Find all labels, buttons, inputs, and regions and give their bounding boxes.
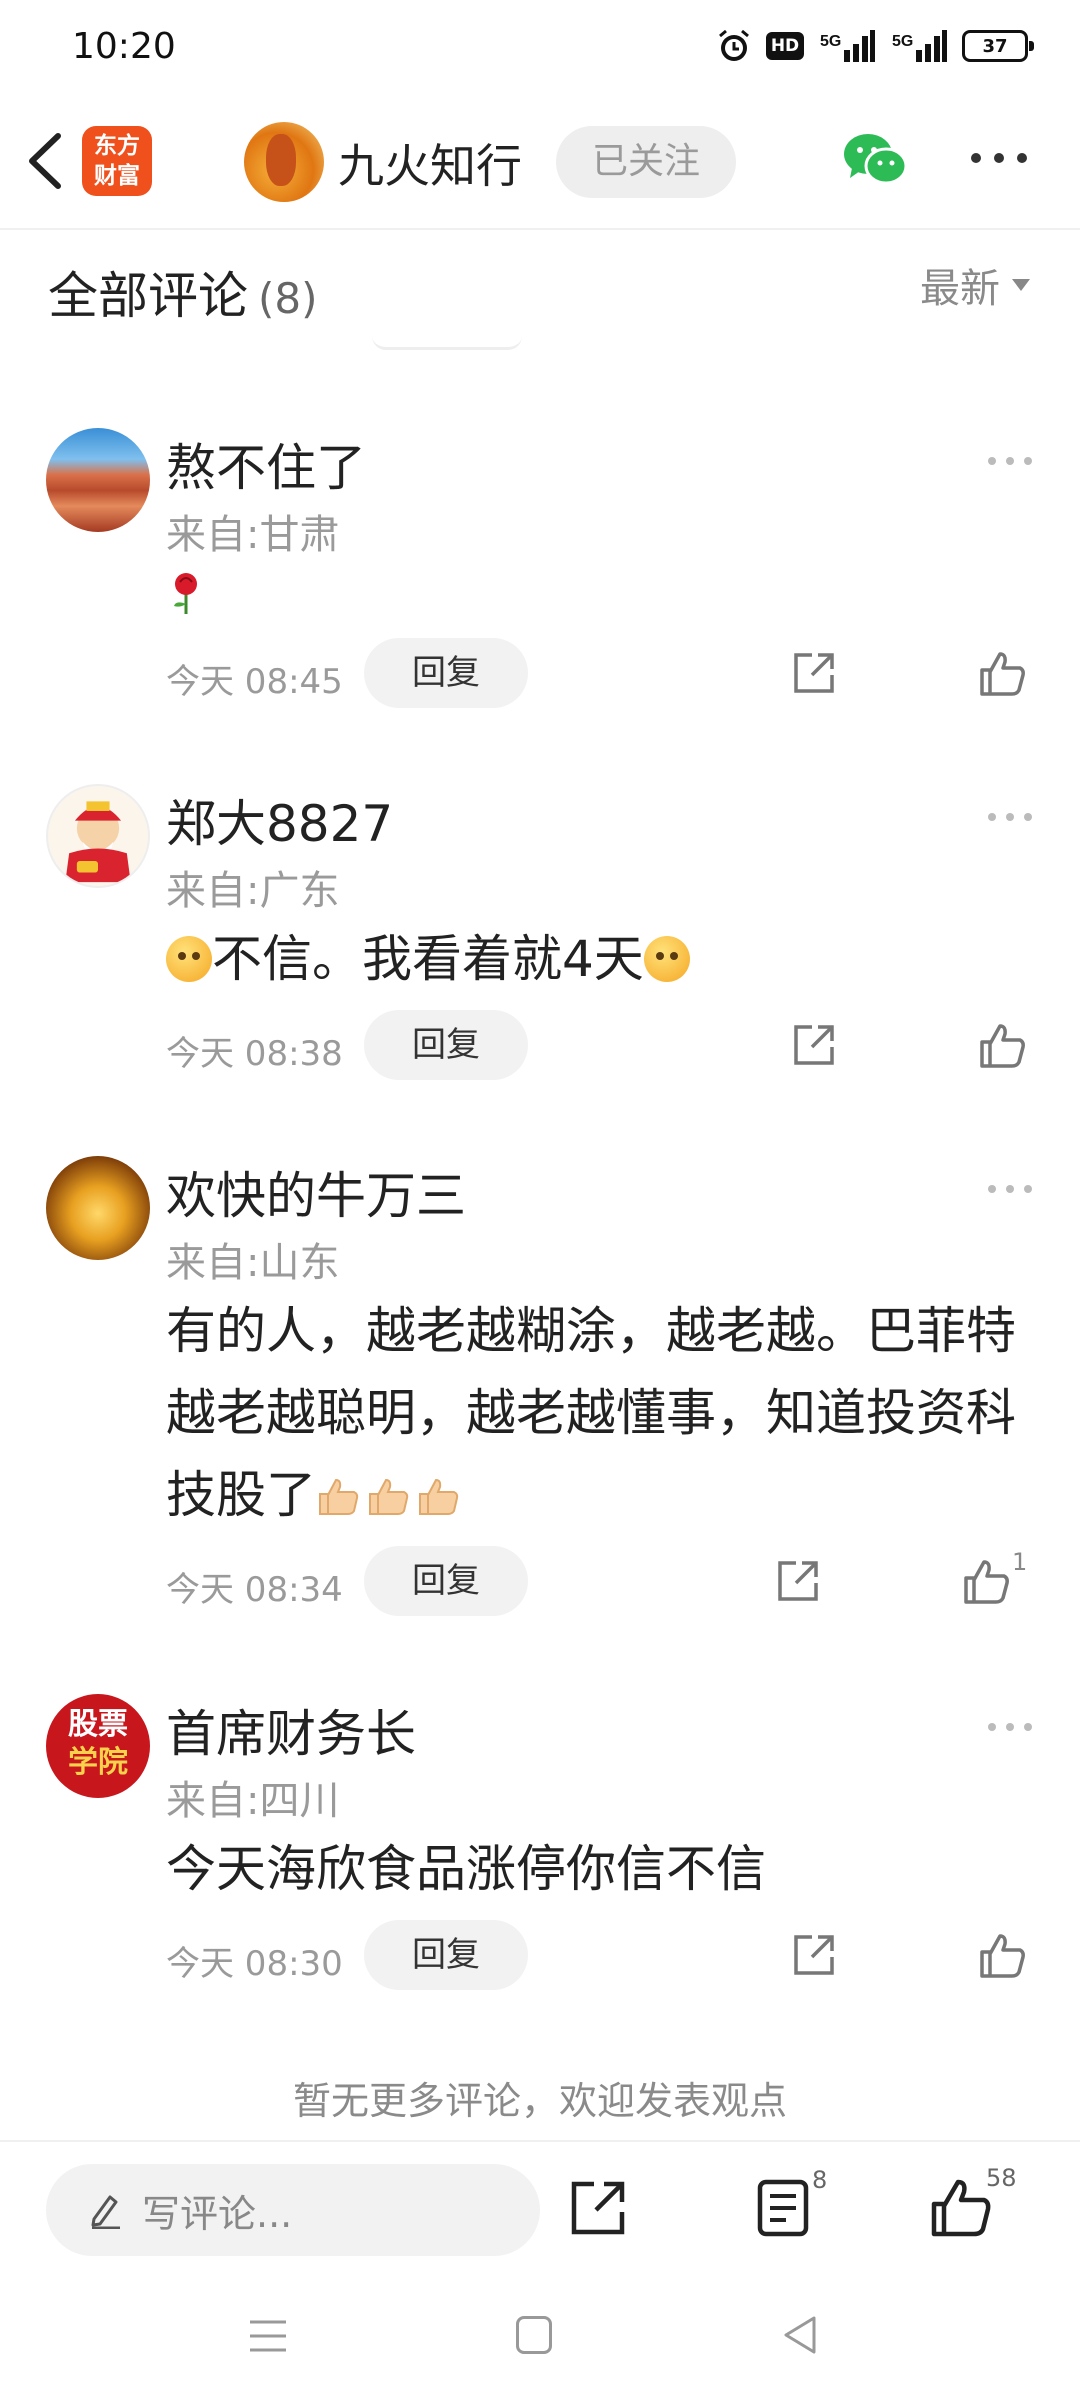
comments-title: 全部评论 (8) [48,256,318,328]
comment-text-body: 有的人，越老越糊涂，越老越。巴菲特越老越聪明，越老越懂事，知道投资科技股了 [166,1302,1016,1524]
comment-time: 今天 08:30 [166,1944,343,1984]
thumbs-up-emoji-icon [319,1478,359,1515]
thumbs-up-emoji-icon [419,1478,459,1515]
reply-button[interactable]: 回复 [364,1010,528,1080]
surprised-emoji-icon [166,936,212,982]
avatar-line2: 学院 [68,1745,128,1780]
hd-icon: HD [766,32,804,60]
app-logo[interactable]: 东方 财富 [82,126,152,196]
status-time: 10:20 [72,26,176,67]
comments-count-badge: 8 [812,2166,828,2194]
app-logo-line2: 财富 [94,163,140,189]
avatar[interactable] [46,1156,150,1260]
author-name[interactable]: 九火知行 [338,130,522,196]
comment-location: 来自:甘肃 [166,512,340,558]
avatar[interactable]: 股票 学院 [46,1694,150,1798]
follow-button[interactable]: 已关注 [556,126,736,198]
share-icon[interactable] [566,2176,630,2240]
comments-title-label: 全部评论 [48,267,248,325]
comment-author-name[interactable]: 郑大8827 [166,784,393,856]
comments-count: (8) [258,274,318,323]
wechat-share-icon[interactable] [842,130,908,188]
author-avatar[interactable] [244,122,324,202]
status-icons: HD 5G 5G 37 [716,28,1034,64]
rose-emoji-icon [174,573,197,614]
comment-location: 来自:四川 [166,1778,340,1824]
more-options-icon[interactable] [986,810,1034,824]
share-icon[interactable] [774,1557,822,1605]
comment-location: 来自:广东 [166,868,340,914]
reply-button[interactable]: 回复 [364,638,528,708]
back-triangle-icon[interactable] [780,2314,820,2356]
share-icon[interactable] [790,649,838,697]
more-options-icon[interactable] [968,148,1030,168]
pen-icon [91,2195,120,2229]
thumbs-up-icon[interactable] [978,1930,1028,1980]
signal-5g-icon: 5G [890,28,948,64]
reply-button[interactable]: 回复 [364,1920,528,1990]
comment-text: 有的人，越老越糊涂，越老越。巴菲特越老越聪明，越老越懂事，知道投资科技股了 [166,1290,1040,1536]
system-nav-bar [0,2270,1080,2408]
sort-dropdown[interactable]: 最新 [920,256,1030,314]
write-comment-input[interactable]: 写评论... [46,2164,540,2256]
write-comment-placeholder: 写评论... [142,2191,293,2236]
no-more-comments-text: 暂无更多评论，欢迎发表观点 [292,2079,787,2123]
like-count: 1 [1012,1548,1028,1576]
more-options-icon[interactable] [986,1720,1034,1734]
svg-text:5G: 5G [892,33,913,50]
more-options-icon[interactable] [986,1182,1034,1196]
avatar[interactable] [46,784,150,888]
likes-count-badge: 58 [986,2164,1017,2192]
menu-icon[interactable] [248,2318,288,2354]
share-icon[interactable] [790,1021,838,1069]
app-logo-line1: 东方 [94,133,140,159]
battery-icon: 37 [962,30,1034,62]
signal-5g-icon: 5G [818,28,876,64]
sort-label: 最新 [920,266,1000,312]
caret-down-icon [1012,279,1030,291]
more-options-icon[interactable] [986,454,1034,468]
home-icon[interactable] [516,2316,552,2354]
bottom-action-bar: 写评论... 8 58 [0,2140,1080,2270]
avatar[interactable] [46,428,150,532]
thumbs-up-icon[interactable] [978,1020,1028,1070]
svg-text:5G: 5G [820,33,841,50]
comment-location: 来自:山东 [166,1240,340,1286]
reply-button[interactable]: 回复 [364,1546,528,1616]
avatar-line1: 股票 [68,1707,128,1742]
status-bar: 10:20 HD 5G 5G 37 [0,0,1080,96]
comment-time: 今天 08:38 [166,1034,343,1074]
thumbs-up-emoji-icon [369,1478,409,1515]
comment-text: 今天海欣食品涨停你信不信 [166,1840,766,1898]
comment-author-name[interactable]: 熬不住了 [166,428,366,500]
alarm-icon [719,29,749,61]
thumbs-up-icon[interactable] [928,2174,994,2240]
comment-author-name[interactable]: 欢快的牛万三 [166,1156,466,1228]
top-bar: 东方 财富 九火知行 已关注 [0,96,1080,230]
thumbs-up-icon[interactable] [978,648,1028,698]
comment-text: 不信。我看着就4天 [166,918,1040,1000]
giggle-emoji-icon [643,936,690,982]
comment-author-name[interactable]: 首席财务长 [166,1694,416,1766]
share-icon[interactable] [790,1931,838,1979]
thumbs-up-icon[interactable] [962,1556,1012,1606]
comment-time: 今天 08:34 [166,1570,343,1610]
comment-time: 今天 08:45 [166,662,343,702]
back-arrow-icon[interactable] [18,126,78,196]
comments-header: 全部评论 (8) 最新 [0,232,1080,352]
comments-list-icon[interactable] [754,2176,816,2240]
scrolled-item-edge [372,336,522,350]
comment-text-body: 不信。我看着就4天 [212,930,644,988]
